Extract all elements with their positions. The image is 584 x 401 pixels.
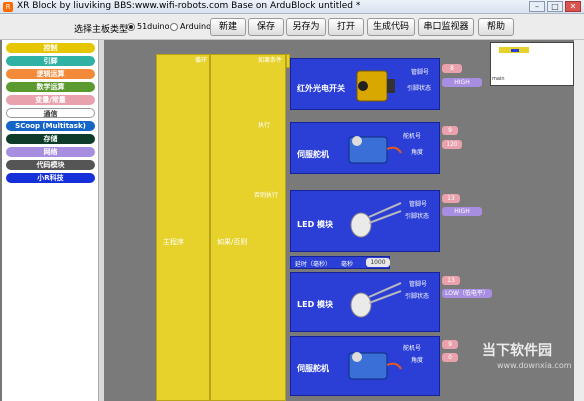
save-as-button[interactable]: 另存为 xyxy=(286,18,326,36)
if-else-label: 如果/否则 xyxy=(217,238,248,246)
workspace-canvas[interactable]: 循环 主程序 如果/否则 如果条件 执行 否则执行 红外光电开关 管脚号 引脚状… xyxy=(104,40,584,401)
servo-2-title: 伺服舵机 xyxy=(297,364,329,373)
led-image xyxy=(350,282,402,318)
ir-state-value[interactable]: HIGH xyxy=(442,78,482,87)
servo-2-pin-value[interactable]: 9 xyxy=(442,340,458,349)
palette-storage[interactable]: 存储 xyxy=(6,134,95,144)
palette-variables[interactable]: 变量/常量 xyxy=(6,95,95,105)
led-2-state-value[interactable]: LOW（低电平） xyxy=(442,289,492,298)
ir-state-label: 引脚状态 xyxy=(407,85,432,92)
vertical-scrollbar[interactable] xyxy=(574,40,584,401)
servo-block-1[interactable]: 伺服舵机 舵机号 角度 xyxy=(290,122,440,174)
open-button[interactable]: 打开 xyxy=(328,18,364,36)
if-condition-label: 如果条件 xyxy=(258,57,283,64)
else-label: 否则执行 xyxy=(254,192,279,199)
palette-control[interactable]: 控制 xyxy=(6,43,95,53)
servo-2-angle-value[interactable]: 0 xyxy=(442,353,458,362)
minimap-label: main xyxy=(492,76,505,82)
delay-unit-label: 毫秒 xyxy=(341,261,354,268)
palette-xiaor[interactable]: 小R科技 xyxy=(6,173,95,183)
window-title: XR Block by liuviking BBS:www.wifi-robot… xyxy=(17,1,361,11)
palette-math[interactable]: 数学运算 xyxy=(6,82,95,92)
servo-2-angle-label: 角度 xyxy=(411,357,424,364)
servo-2-pin-label: 舵机号 xyxy=(403,345,422,352)
led-2-pin-value[interactable]: 13 xyxy=(442,276,460,285)
main-loop-block[interactable]: 循环 主程序 xyxy=(156,54,210,401)
app-icon: R xyxy=(3,2,13,12)
led-block-1[interactable]: LED 模块 管脚号 引脚状态 xyxy=(290,190,440,252)
led-1-pin-label: 管脚号 xyxy=(409,201,428,208)
watermark: 当下软件园 xyxy=(482,343,552,359)
help-button[interactable]: 帮助 xyxy=(478,18,514,36)
palette-code-module[interactable]: 代码模块 xyxy=(6,160,95,170)
palette-pins[interactable]: 引脚 xyxy=(6,56,95,66)
led-2-title: LED 模块 xyxy=(297,300,333,309)
toolbar: 选择主板类型 51duino Arduino 新建 保存 另存为 打开 生成代码… xyxy=(0,14,584,40)
ir-sensor-image xyxy=(356,70,395,102)
minimap-block xyxy=(511,49,519,52)
led-2-pin-label: 管脚号 xyxy=(409,281,428,288)
radio-arduino[interactable]: Arduino xyxy=(170,22,211,31)
radio-51duino[interactable]: 51duino xyxy=(127,22,170,31)
main-loop-label: 主程序 xyxy=(163,238,184,246)
palette-communication[interactable]: 通信 xyxy=(6,108,95,118)
palette-scoop[interactable]: SCoop (Multitask) xyxy=(6,121,95,131)
generate-code-button[interactable]: 生成代码 xyxy=(367,18,415,36)
minimize-button[interactable]: – xyxy=(529,1,545,12)
servo-1-pin-value[interactable]: 9 xyxy=(442,126,458,135)
close-button[interactable]: ✕ xyxy=(565,1,581,12)
palette-logic[interactable]: 逻辑运算 xyxy=(6,69,95,79)
led-image xyxy=(350,202,402,238)
new-button[interactable]: 新建 xyxy=(210,18,246,36)
block-palette: 控制 引脚 逻辑运算 数学运算 变量/常量 通信 SCoop (Multitas… xyxy=(2,40,99,401)
delay-label: 延时（毫秒） xyxy=(295,261,332,268)
ir-pin-value[interactable]: 8 xyxy=(442,64,462,73)
title-bar: R XR Block by liuviking BBS:www.wifi-rob… xyxy=(0,0,584,14)
ir-sensor-title: 红外光电开关 xyxy=(297,84,345,93)
servo-1-angle-value[interactable]: 120 xyxy=(442,140,462,149)
ir-sensor-block[interactable]: 红外光电开关 管脚号 引脚状态 xyxy=(290,58,440,110)
board-type-label: 选择主板类型 xyxy=(74,25,129,35)
led-1-title: LED 模块 xyxy=(297,220,333,229)
servo-1-title: 伺服舵机 xyxy=(297,150,329,159)
main-loop-tag: 循环 xyxy=(195,57,208,64)
watermark-url: www.downxia.com xyxy=(497,361,572,370)
led-2-state-label: 引脚状态 xyxy=(405,293,430,300)
led-1-state-label: 引脚状态 xyxy=(405,213,430,220)
delay-value[interactable]: 1000 xyxy=(366,258,390,267)
save-button[interactable]: 保存 xyxy=(248,18,284,36)
maximize-button[interactable]: □ xyxy=(547,1,563,12)
if-else-block[interactable]: 如果/否则 xyxy=(210,54,286,401)
led-1-state-value[interactable]: HIGH xyxy=(442,207,482,216)
radio-indicator xyxy=(170,22,178,31)
minimap[interactable]: main xyxy=(490,42,574,86)
led-block-2[interactable]: LED 模块 管脚号 引脚状态 xyxy=(290,272,440,332)
palette-network[interactable]: 网络 xyxy=(6,147,95,157)
then-label: 执行 xyxy=(258,122,271,129)
servo-block-2[interactable]: 伺服舵机 舵机号 角度 xyxy=(290,336,440,396)
ir-pin-label: 管脚号 xyxy=(411,69,430,76)
serial-monitor-button[interactable]: 串口监视器 xyxy=(418,18,474,36)
servo-1-pin-label: 舵机号 xyxy=(403,133,422,140)
servo-1-angle-label: 角度 xyxy=(411,149,424,156)
servo-image xyxy=(348,352,402,380)
servo-image xyxy=(348,136,402,164)
led-1-pin-value[interactable]: 13 xyxy=(442,194,460,203)
radio-selected-indicator xyxy=(127,22,135,31)
